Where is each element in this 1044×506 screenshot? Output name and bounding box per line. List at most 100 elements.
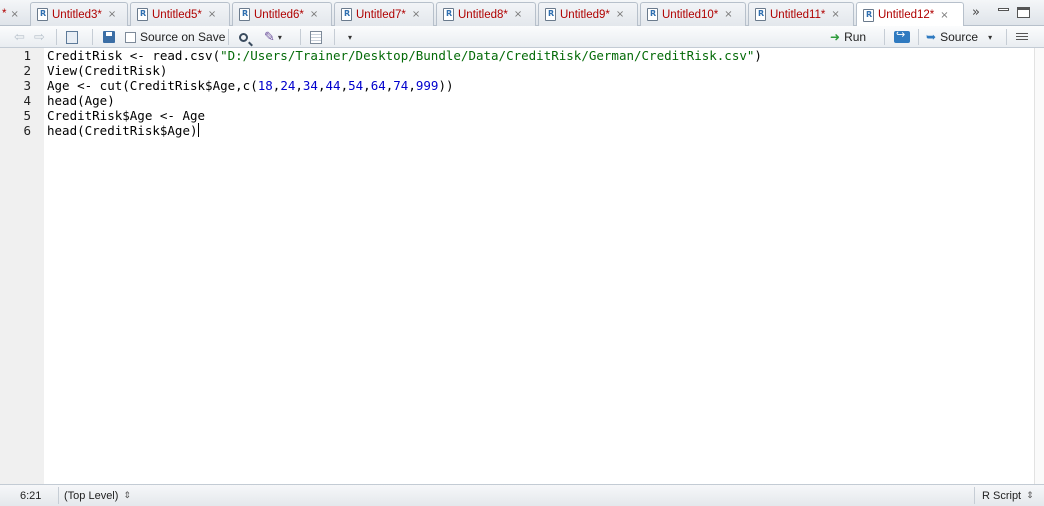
show-in-window-button[interactable] [66, 29, 78, 45]
compile-notebook-button[interactable] [310, 29, 322, 45]
code-line-5[interactable]: CreditRisk$Age <- Age [47, 108, 205, 123]
save-button[interactable] [103, 29, 115, 45]
status-bar: 6:21 (Top Level) ⇕ R Script ⇕ [0, 484, 1044, 506]
save-icon [103, 31, 115, 43]
chevron-down-icon: ▾ [348, 32, 353, 42]
file-type-selector[interactable]: R Script ⇕ [982, 488, 1034, 503]
tab-untitled12[interactable]: Untitled12* × [856, 2, 964, 27]
chevron-down-icon[interactable]: ▾ [988, 33, 992, 42]
document-outline-icon [1016, 32, 1028, 42]
code-line-2[interactable]: View(CreditRisk) [47, 63, 167, 78]
tab-label: Untitled5* [152, 8, 202, 21]
tab-untitled6[interactable]: Untitled6* × [232, 2, 332, 26]
source-on-save-label: Source on Save [140, 30, 226, 44]
tab-label: Untitled11* [770, 8, 826, 21]
tab-untitled3[interactable]: Untitled3* × [30, 2, 128, 26]
back-button[interactable]: ⇦ [14, 29, 25, 45]
r-file-icon [239, 8, 250, 21]
tab-untitled8[interactable]: Untitled8* × [436, 2, 536, 26]
forward-arrow-icon: ⇨ [34, 29, 45, 45]
toolbar-divider [300, 29, 301, 45]
updown-icon: ⇕ [1026, 490, 1034, 501]
source-on-save-checkbox[interactable] [125, 31, 136, 43]
tab-label: Untitled7* [356, 8, 406, 21]
file-type-label: R Script [982, 489, 1022, 502]
updown-icon: ⇕ [123, 490, 131, 501]
code-line-3[interactable]: Age <- cut(CreditRisk$Age,c(18,24,34,44,… [47, 78, 454, 93]
text-cursor [197, 123, 199, 137]
close-icon[interactable]: × [412, 9, 420, 20]
code-line-6[interactable]: head(CreditRisk$Age) [47, 123, 199, 138]
rerun-icon [894, 28, 910, 43]
source-on-save-toggle[interactable]: Source on Save [125, 29, 225, 45]
close-icon[interactable]: × [514, 9, 522, 20]
close-icon[interactable]: × [310, 9, 318, 20]
chevron-down-icon: ▾ [277, 32, 282, 42]
line-number: 4 [23, 93, 31, 108]
tab-label: Untitled10* [662, 8, 719, 21]
notebook-icon [310, 30, 322, 44]
line-number: 6 [23, 123, 31, 138]
toolbar-divider [56, 29, 57, 45]
forward-button[interactable]: ⇨ [34, 29, 45, 45]
code-editor[interactable]: CreditRisk <- read.csv("D:/Users/Trainer… [44, 48, 1034, 484]
run-button[interactable]: ➜ Run [830, 29, 866, 45]
line-number: 1 [23, 48, 31, 63]
r-file-icon [545, 8, 556, 21]
close-icon[interactable]: × [831, 9, 839, 20]
cursor-position: 6:21 [20, 489, 42, 502]
r-file-icon [37, 8, 48, 21]
tab-label: Untitled9* [560, 8, 610, 21]
tab-bar: * × Untitled3* × Untitled5* × Untitled6*… [0, 0, 1044, 27]
editor-scrollbar[interactable] [1034, 48, 1044, 484]
editor-toolbar: ⇦ ⇨ Source on Save ✎ ▾ ▾ ➜ Run ➥ Source … [0, 26, 1044, 48]
tab-untitled5[interactable]: Untitled5* × [130, 2, 230, 26]
r-file-icon [863, 8, 874, 22]
minimize-pane-icon[interactable] [998, 8, 1009, 11]
scope-selector[interactable]: (Top Level) ⇕ [64, 488, 131, 503]
tab-untitled7[interactable]: Untitled7* × [334, 2, 434, 26]
close-icon[interactable]: × [616, 9, 624, 20]
run-label: Run [844, 30, 867, 44]
tab-untitled9[interactable]: Untitled9* × [538, 2, 638, 26]
code-line-1[interactable]: CreditRisk <- read.csv("D:/Users/Trainer… [47, 48, 762, 63]
r-file-icon [443, 8, 454, 21]
outline-button[interactable] [1016, 29, 1028, 45]
more-options-button[interactable]: ▾ [345, 29, 352, 45]
toolbar-divider [918, 29, 919, 45]
status-divider [58, 487, 59, 504]
toolbar-divider [228, 29, 229, 45]
close-icon[interactable]: × [724, 9, 732, 20]
rerun-button[interactable] [894, 28, 910, 45]
line-number: 3 [23, 78, 31, 93]
tab-label: Untitled6* [254, 8, 304, 21]
tab-label: * [2, 8, 7, 20]
close-icon[interactable]: × [10, 9, 18, 20]
close-icon[interactable]: × [208, 9, 216, 20]
tab-overflow-icon[interactable]: » [972, 5, 980, 20]
r-file-icon [755, 8, 766, 21]
back-arrow-icon: ⇦ [14, 29, 25, 45]
close-icon[interactable]: × [940, 10, 948, 21]
source-button[interactable]: ➥ Source ▾ [926, 29, 992, 45]
source-arrow-icon: ➥ [926, 30, 937, 44]
scope-label: (Top Level) [64, 489, 119, 502]
line-number: 2 [23, 63, 31, 78]
find-button[interactable] [239, 29, 248, 45]
tab-untitled11[interactable]: Untitled11* × [748, 2, 854, 26]
line-number: 5 [23, 108, 31, 123]
toolbar-divider [884, 29, 885, 45]
popout-icon [66, 30, 78, 44]
tab-partial[interactable]: * × [0, 2, 19, 26]
maximize-pane-icon[interactable] [1017, 7, 1030, 18]
code-tools-button[interactable]: ✎ ▾ [264, 29, 282, 45]
search-icon [239, 32, 248, 42]
close-icon[interactable]: × [108, 9, 116, 20]
status-divider [974, 487, 975, 504]
magic-wand-icon: ✎ [264, 29, 275, 45]
tab-untitled10[interactable]: Untitled10* × [640, 2, 746, 26]
toolbar-divider [334, 29, 335, 45]
line-number-gutter: 1 2 3 4 5 6 [0, 48, 44, 484]
tab-label: Untitled8* [458, 8, 508, 21]
code-line-4[interactable]: head(Age) [47, 93, 115, 108]
